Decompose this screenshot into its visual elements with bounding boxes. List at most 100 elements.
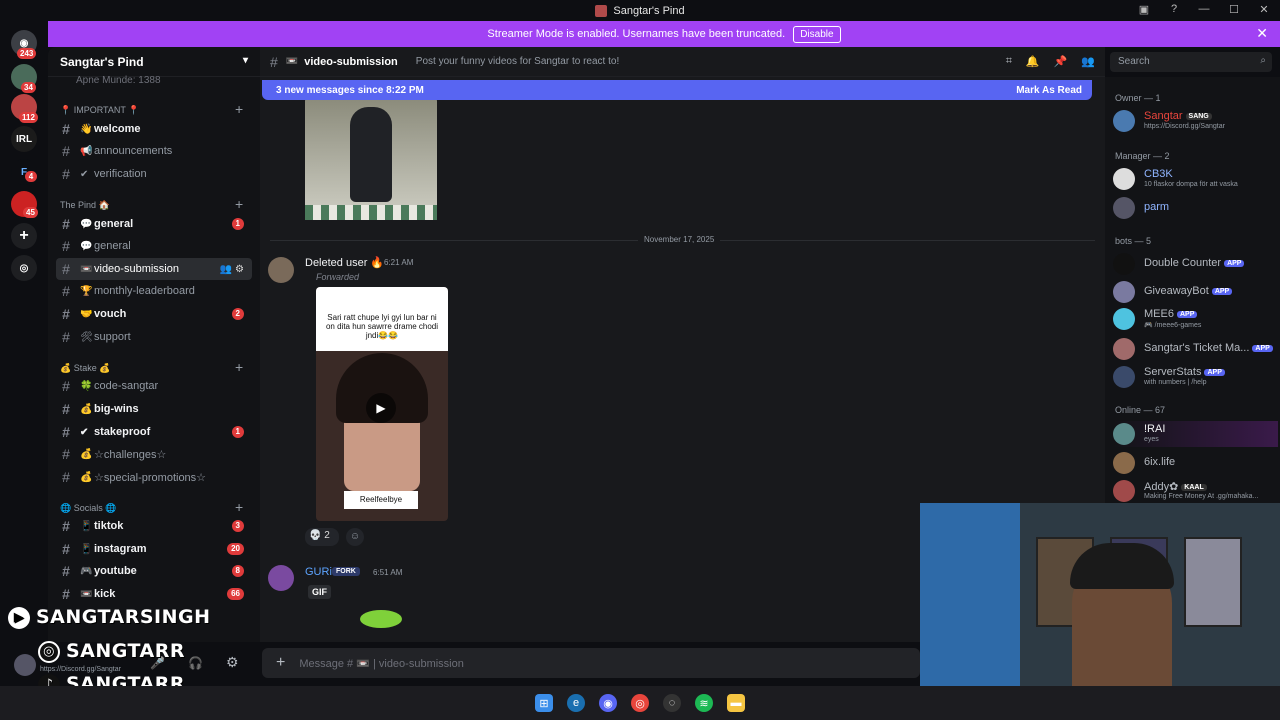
server-icon[interactable]: 112	[11, 94, 38, 123]
channel-stakeproof[interactable]: # ✔ stakeproof 1	[56, 421, 252, 443]
mark-as-read-button[interactable]: Mark As Read	[1016, 85, 1082, 96]
disable-streamer-mode-button[interactable]: Disable	[793, 25, 841, 43]
member-item[interactable]: parm	[1113, 195, 1278, 221]
category-socials[interactable]: 🌐 Socials 🌐 +	[60, 499, 243, 515]
gif-preview[interactable]	[360, 610, 402, 628]
pin-icon[interactable]: 📌	[1054, 55, 1068, 68]
search-input[interactable]: Search ⌕	[1110, 52, 1272, 72]
youtube-handle: SANGTARSINGH	[36, 606, 211, 628]
channel-youtube[interactable]: # 🎮 youtube 8	[56, 560, 252, 582]
instagram-watermark: ◎ SANGTARR	[38, 640, 185, 663]
server-icon[interactable]: F4	[11, 159, 37, 185]
add-channel-icon[interactable]: +	[235, 359, 243, 375]
forwarded-video[interactable]: Sari ratt chupe lyi gyi lun bar ni on di…	[316, 287, 448, 521]
channel-label: verification	[94, 168, 147, 180]
channel-settings-icon[interactable]: 👥 ⚙	[220, 264, 244, 275]
threads-icon[interactable]: ⌗	[1006, 55, 1012, 68]
member-name: !RAI	[1144, 423, 1166, 435]
partial-channel[interactable]: Apne Munde: 1388	[56, 69, 252, 91]
channel-vouch[interactable]: # 🤝 vouch 2	[56, 303, 252, 325]
spotify-icon[interactable]: ≋	[695, 694, 713, 712]
channel-support[interactable]: # 🛠 support	[56, 326, 252, 348]
discover-icon[interactable]: ◎	[11, 255, 37, 281]
channel-instagram[interactable]: # 📱 instagram 20	[56, 538, 252, 560]
channel-code-sangtar[interactable]: # 🍀 code-sangtar	[56, 375, 252, 397]
new-messages-bar[interactable]: 3 new messages since 8:22 PM Mark As Rea…	[262, 80, 1092, 100]
avatar[interactable]	[268, 257, 294, 283]
app-icon	[595, 4, 608, 17]
channel-announcements[interactable]: # 📢 announcements	[56, 140, 252, 162]
add-channel-icon[interactable]: +	[235, 101, 243, 117]
channel-video-submission[interactable]: # 📼 video-submission 👥 ⚙	[56, 258, 252, 280]
message-author[interactable]: Deleted user 🔥	[305, 256, 384, 269]
channel-label: general	[94, 218, 134, 230]
channel-challenges[interactable]: # 💰 ☆challenges☆	[56, 443, 252, 465]
add-reaction-icon[interactable]: ☺	[346, 528, 364, 546]
add-channel-icon[interactable]: +	[235, 499, 243, 515]
member-name: Addy✿	[1144, 481, 1179, 493]
help-icon[interactable]: ?	[1166, 3, 1182, 16]
channel-welcome[interactable]: # 👋 welcome	[56, 118, 252, 140]
avatar[interactable]	[268, 565, 294, 591]
server-icon[interactable]: 34	[11, 64, 37, 93]
add-server-button[interactable]: +	[11, 223, 37, 249]
play-icon[interactable]: ▶	[366, 393, 396, 423]
add-channel-icon[interactable]: +	[235, 196, 243, 212]
discord-icon[interactable]: ◉	[599, 694, 617, 712]
gear-icon[interactable]: ⚙	[226, 654, 239, 671]
member-item[interactable]: MEE6 APP 🎮 /meee6-games	[1113, 306, 1278, 332]
member-item[interactable]: Double Counter APP	[1113, 251, 1278, 277]
channel-big-wins[interactable]: # 💰 big-wins	[56, 398, 252, 420]
category-stake[interactable]: 💰 Stake 💰 +	[60, 359, 243, 375]
windows-start-icon[interactable]: ⊞	[535, 694, 553, 712]
mention-badge: 2	[231, 308, 244, 320]
member-name: Double Counter	[1144, 257, 1222, 269]
headphones-icon[interactable]: 🎧	[188, 656, 203, 670]
channel-verification[interactable]: # ✔ verification	[56, 163, 252, 185]
server-icon[interactable]: 45	[11, 191, 38, 218]
channel-general-2[interactable]: # 💬 general	[56, 235, 252, 257]
member-tag: APP	[1224, 259, 1245, 267]
member-list-icon[interactable]: 👥	[1081, 55, 1095, 68]
member-item[interactable]: CB3K 10 flaskor dompa för att vaska	[1113, 166, 1278, 192]
member-item[interactable]: Sangtar SANG https://Discord.gg/Sangtar	[1113, 108, 1278, 134]
channel-topic[interactable]: Post your funny videos for Sangtar to re…	[416, 56, 619, 67]
category-pind[interactable]: The Pind 🏠 +	[60, 196, 243, 212]
member-item[interactable]: 6ix.life	[1113, 450, 1278, 476]
member-item[interactable]: ServerStats APP with numbers | /help	[1113, 364, 1278, 390]
channel-general[interactable]: # 💬 general 1	[56, 213, 252, 235]
channel-kick[interactable]: # 📼 kick 66	[56, 583, 252, 605]
member-item[interactable]: Sangtar's Ticket Ma... APP	[1113, 336, 1278, 362]
attach-plus-icon[interactable]: +	[276, 654, 285, 672]
maximize-button[interactable]: ☐	[1226, 3, 1242, 16]
server-label: IRL	[15, 133, 33, 145]
chrome-icon[interactable]: ◎	[631, 694, 649, 712]
avatar[interactable]	[14, 654, 36, 676]
member-item[interactable]: GiveawayBot APP	[1113, 279, 1278, 305]
minimize-button[interactable]: —	[1196, 3, 1212, 16]
inbox-icon[interactable]: ▣	[1136, 3, 1152, 16]
reaction-skull[interactable]: 💀 2	[305, 528, 339, 546]
bell-icon[interactable]: 🔔	[1026, 55, 1040, 68]
edge-icon[interactable]: e	[567, 694, 585, 712]
member-item[interactable]: !RAI eyes	[1113, 421, 1278, 447]
dm-home-button[interactable]: ◉ 243	[11, 30, 37, 59]
close-window-button[interactable]: ✕	[1256, 3, 1272, 16]
close-icon[interactable]: ✕	[1256, 25, 1268, 42]
server-name: Sangtar's Pind	[60, 54, 144, 69]
category-important[interactable]: 📍 IMPORTANT 📍 +	[60, 101, 243, 117]
channel-monthly-leaderboard[interactable]: # 🏆 monthly-leaderboard	[56, 280, 252, 302]
message-composer[interactable]: + Message # 📼 | video-submission	[262, 648, 920, 678]
avatar	[1113, 423, 1135, 445]
channel-special-promotions[interactable]: # 💰 ☆special-promotions☆	[56, 466, 252, 488]
video-thumbnail[interactable]	[305, 97, 437, 220]
server-icon[interactable]: IRL	[11, 126, 37, 152]
channel-tiktok[interactable]: # 📱 tiktok 3	[56, 515, 252, 537]
obs-icon[interactable]: ◌	[663, 694, 681, 712]
message-author[interactable]: GURi	[305, 566, 332, 578]
channel-label: vouch	[94, 308, 127, 320]
new-messages-text: 3 new messages since 8:22 PM	[276, 84, 424, 96]
instagram-handle: SANGTARR	[66, 640, 186, 662]
member-item[interactable]: Addy✿ KAAL Making Free Money At .gg/mahaka…	[1113, 478, 1278, 504]
file-explorer-icon[interactable]: ▬	[727, 694, 745, 712]
